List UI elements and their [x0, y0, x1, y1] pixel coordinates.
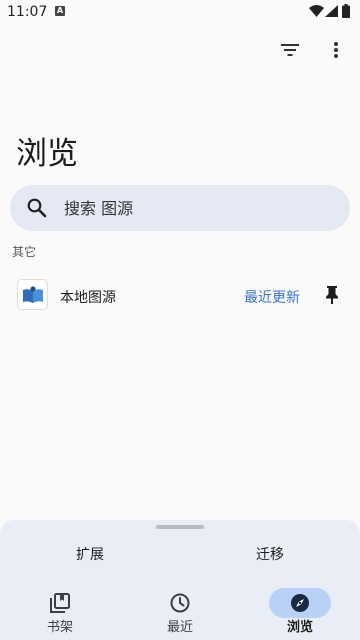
source-name: 本地图源 — [60, 290, 116, 306]
clock-icon — [149, 588, 211, 618]
status-time: 11:07 — [7, 4, 48, 20]
latest-updates-link[interactable]: 最近更新 — [244, 287, 300, 307]
extensions-button[interactable]: 扩展 — [76, 544, 104, 564]
library-icon — [29, 588, 91, 618]
search-icon — [27, 198, 47, 218]
sheet-drag-handle[interactable] — [156, 525, 204, 529]
nav-item-recent[interactable]: 最近 — [120, 584, 240, 640]
battery-icon — [342, 4, 350, 18]
pin-icon[interactable] — [324, 285, 340, 305]
source-item-local[interactable]: 本地图源 最近更新 — [0, 273, 360, 319]
nav-item-library[interactable]: 书架 — [0, 584, 120, 640]
migrate-button[interactable]: 迁移 — [256, 544, 284, 564]
status-bar: 11:07 A — [0, 0, 360, 24]
more-options-button[interactable] — [324, 36, 348, 64]
signal-icon — [325, 5, 338, 17]
local-source-icon — [17, 279, 48, 310]
nav-label: 书架 — [46, 620, 73, 635]
more-vert-icon — [334, 42, 338, 58]
nav-item-browse[interactable]: 浏览 — [240, 584, 360, 640]
filter-button[interactable] — [276, 36, 304, 64]
nav-label: 浏览 — [286, 620, 313, 635]
filter-icon — [281, 44, 299, 56]
section-label: 其它 — [12, 245, 37, 259]
compass-icon — [269, 588, 331, 618]
search-input[interactable] — [64, 197, 334, 219]
page-title: 浏览 — [16, 136, 78, 172]
wifi-icon — [309, 5, 324, 17]
nav-label: 最近 — [166, 620, 193, 635]
search-bar[interactable] — [10, 185, 350, 231]
notification-icon: A — [55, 6, 65, 16]
